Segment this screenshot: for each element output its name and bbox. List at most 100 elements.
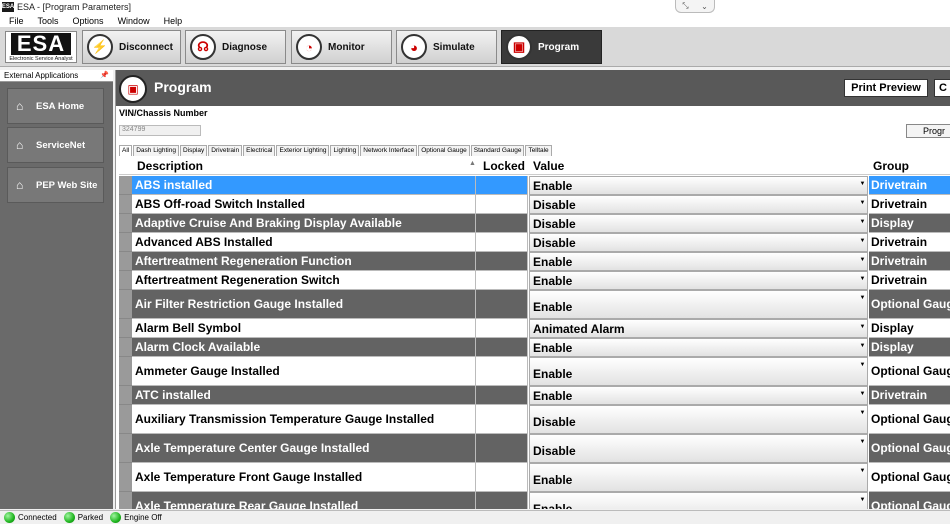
locked-cell[interactable] xyxy=(476,434,528,463)
tab-standard-gauge[interactable]: Standard Gauge xyxy=(470,145,525,156)
table-row[interactable]: Alarm Clock Available Enable ▼ Display xyxy=(119,338,950,357)
table-row[interactable]: Aftertreatment Regeneration Switch Enable… xyxy=(119,271,950,290)
locked-cell[interactable] xyxy=(476,338,528,357)
locked-cell[interactable] xyxy=(476,405,528,434)
tab-all[interactable]: All xyxy=(119,145,133,156)
program-button[interactable]: ▣ Program xyxy=(501,30,602,64)
row-header-cell[interactable] xyxy=(119,290,132,319)
row-header-cell[interactable] xyxy=(119,463,132,492)
locked-cell[interactable] xyxy=(476,176,528,195)
value-dropdown[interactable]: Enable ▼ xyxy=(529,176,868,195)
dropdown-arrow-icon[interactable]: ▼ xyxy=(859,465,866,476)
sidebar-item-servicenet[interactable]: ⌂ ServiceNet xyxy=(7,127,104,163)
tab-telltale[interactable]: Telltale xyxy=(525,145,552,156)
value-dropdown[interactable]: Animated Alarm ▼ xyxy=(529,319,868,338)
dropdown-arrow-icon[interactable]: ▼ xyxy=(859,494,866,505)
column-value[interactable]: Value xyxy=(533,159,564,173)
dropdown-arrow-icon[interactable]: ▼ xyxy=(859,216,866,227)
column-description[interactable]: Description xyxy=(137,159,203,173)
value-dropdown[interactable]: Enable ▼ xyxy=(529,290,868,319)
column-locked[interactable]: Locked xyxy=(483,159,525,173)
diagnose-button[interactable]: ☊ Diagnose xyxy=(185,30,286,64)
table-row[interactable]: ATC installed Enable ▼ Drivetrain xyxy=(119,386,950,405)
locked-cell[interactable] xyxy=(476,357,528,386)
locked-cell[interactable] xyxy=(476,290,528,319)
table-row[interactable]: Axle Temperature Center Gauge Installed D… xyxy=(119,434,950,463)
value-dropdown[interactable]: Enable ▼ xyxy=(529,463,868,492)
dropdown-arrow-icon[interactable]: ▼ xyxy=(859,197,866,208)
table-row[interactable]: Adaptive Cruise And Braking Display Avai… xyxy=(119,214,950,233)
dropdown-arrow-icon[interactable]: ▼ xyxy=(859,388,866,399)
menu-tools[interactable]: Tools xyxy=(31,16,66,26)
value-dropdown[interactable]: Enable ▼ xyxy=(529,252,868,271)
locked-cell[interactable] xyxy=(476,252,528,271)
simulate-button[interactable]: ◕ Simulate xyxy=(396,30,497,64)
locked-cell[interactable] xyxy=(476,492,528,509)
tab-exterior-lighting[interactable]: Exterior Lighting xyxy=(276,145,330,156)
row-header-cell[interactable] xyxy=(119,271,132,290)
row-header-cell[interactable] xyxy=(119,252,132,271)
locked-cell[interactable] xyxy=(476,195,528,214)
table-row[interactable]: Axle Temperature Front Gauge Installed En… xyxy=(119,463,950,492)
disconnect-button[interactable]: ⚡ Disconnect xyxy=(82,30,181,64)
dropdown-arrow-icon[interactable]: ▼ xyxy=(859,235,866,246)
value-dropdown[interactable]: Enable ▼ xyxy=(529,492,868,509)
value-dropdown[interactable]: Enable ▼ xyxy=(529,271,868,290)
dropdown-arrow-icon[interactable]: ▼ xyxy=(859,407,866,418)
tab-dash-lighting[interactable]: Dash Lighting xyxy=(133,145,179,156)
table-row[interactable]: Ammeter Gauge Installed Enable ▼ Optional G… xyxy=(119,357,950,386)
monitor-button[interactable]: ◔ Monitor xyxy=(291,30,392,64)
tab-lighting[interactable]: Lighting xyxy=(330,145,360,156)
dropdown-arrow-icon[interactable]: ▼ xyxy=(859,359,866,370)
column-group[interactable]: Group xyxy=(873,159,909,173)
program-ecu-button[interactable]: Progr xyxy=(906,124,950,138)
tab-drivetrain[interactable]: Drivetrain xyxy=(208,145,243,156)
table-row[interactable]: ABS installed Enable ▼ Drivetrain xyxy=(119,176,950,195)
locked-cell[interactable] xyxy=(476,271,528,290)
tab-network-interface[interactable]: Network Interface xyxy=(360,145,418,156)
dropdown-arrow-icon[interactable]: ▼ xyxy=(859,321,866,332)
row-header-cell[interactable] xyxy=(119,357,132,386)
row-header-cell[interactable] xyxy=(119,492,132,509)
menu-help[interactable]: Help xyxy=(157,16,190,26)
row-header-cell[interactable] xyxy=(119,319,132,338)
table-row[interactable]: ABS Off-road Switch Installed Disable ▼ Dri… xyxy=(119,195,950,214)
menu-window[interactable]: Window xyxy=(111,16,157,26)
tab-optional-gauge[interactable]: Optional Gauge xyxy=(418,145,470,156)
value-dropdown[interactable]: Enable ▼ xyxy=(529,357,868,386)
dropdown-arrow-icon[interactable]: ▼ xyxy=(859,436,866,447)
value-dropdown[interactable]: Disable ▼ xyxy=(529,214,868,233)
row-header-cell[interactable] xyxy=(119,434,132,463)
tab-display[interactable]: Display xyxy=(179,145,208,156)
locked-cell[interactable] xyxy=(476,319,528,338)
table-row[interactable]: Air Filter Restriction Gauge Installed En… xyxy=(119,290,950,319)
row-header-cell[interactable] xyxy=(119,338,132,357)
sidebar-item-esa-home[interactable]: ⌂ ESA Home xyxy=(7,88,104,124)
value-dropdown[interactable]: Disable ▼ xyxy=(529,405,868,434)
table-row[interactable]: Advanced ABS Installed Disable ▼ Drivetrain xyxy=(119,233,950,252)
restore-icon[interactable]: ⤡ xyxy=(682,1,688,11)
value-dropdown[interactable]: Enable ▼ xyxy=(529,338,868,357)
pin-icon[interactable]: 📌 xyxy=(100,71,109,79)
chevron-down-icon[interactable]: ⌄ xyxy=(701,2,708,11)
dropdown-arrow-icon[interactable]: ▼ xyxy=(859,254,866,265)
menu-options[interactable]: Options xyxy=(66,16,111,26)
row-header-cell[interactable] xyxy=(119,195,132,214)
dropdown-arrow-icon[interactable]: ▼ xyxy=(859,178,866,189)
tab-electrical[interactable]: Electrical xyxy=(243,145,276,156)
print-preview-button[interactable]: Print Preview xyxy=(844,79,928,97)
locked-cell[interactable] xyxy=(476,233,528,252)
sidebar-item-pep-web-site[interactable]: ⌂ PEP Web Site xyxy=(7,167,104,203)
dropdown-arrow-icon[interactable]: ▼ xyxy=(859,292,866,303)
table-row[interactable]: Auxiliary Transmission Temperature Gauge… xyxy=(119,405,950,434)
table-row[interactable]: Aftertreatment Regeneration Function Enab… xyxy=(119,252,950,271)
locked-cell[interactable] xyxy=(476,214,528,233)
table-row[interactable]: Alarm Bell Symbol Animated Alarm ▼ Display xyxy=(119,319,950,338)
dropdown-arrow-icon[interactable]: ▼ xyxy=(859,340,866,351)
menu-file[interactable]: File xyxy=(0,16,31,26)
value-dropdown[interactable]: Disable ▼ xyxy=(529,434,868,463)
value-dropdown[interactable]: Enable ▼ xyxy=(529,386,868,405)
value-dropdown[interactable]: Disable ▼ xyxy=(529,195,868,214)
vin-field[interactable]: 324799 xyxy=(119,125,201,136)
table-row[interactable]: Axle Temperature Rear Gauge Installed Ena… xyxy=(119,492,950,509)
